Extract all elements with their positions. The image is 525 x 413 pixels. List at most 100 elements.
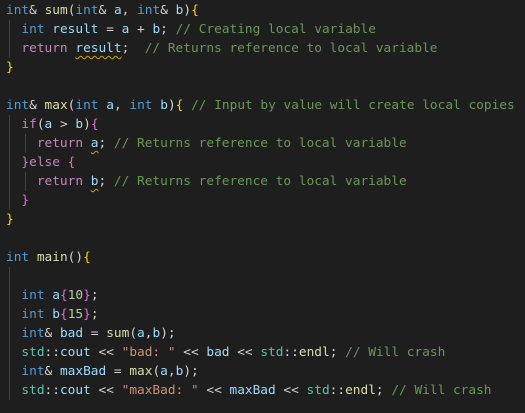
code-token: return xyxy=(6,136,84,151)
indent-guide xyxy=(9,172,10,191)
code-line[interactable]: }else { xyxy=(0,153,525,172)
indent-guide xyxy=(9,134,10,153)
code-token: << xyxy=(275,383,307,398)
code-token: ); xyxy=(160,326,176,341)
code-line[interactable]: int& bad = sum(a,b); xyxy=(0,324,525,343)
code-token: ; xyxy=(90,307,99,322)
code-line[interactable] xyxy=(0,77,525,96)
code-token: + xyxy=(129,22,153,37)
code-token: << xyxy=(198,383,230,398)
indent-guide xyxy=(9,324,10,343)
code-token: 10 xyxy=(67,288,84,303)
code-token: ) xyxy=(183,3,192,18)
indent-guide xyxy=(9,20,10,39)
code-token: a xyxy=(106,98,114,113)
code-line[interactable]: } xyxy=(0,191,525,210)
code-token: max xyxy=(44,98,68,113)
code-line[interactable]: int a{10}; xyxy=(0,286,525,305)
code-token: return xyxy=(6,41,68,56)
code-line[interactable]: int& sum(int& a, int& b){ xyxy=(0,1,525,20)
code-line[interactable] xyxy=(0,267,525,286)
code-token: & xyxy=(29,98,45,113)
code-line[interactable]: std::cout << "maxBad: " << maxBad << std… xyxy=(0,381,525,400)
code-token: { xyxy=(83,250,91,265)
code-token: ; xyxy=(121,41,145,56)
code-token: std xyxy=(6,345,45,360)
code-token: ; xyxy=(160,22,176,37)
code-token: if xyxy=(6,117,37,132)
code-token: max xyxy=(129,364,153,379)
code-token: bad xyxy=(206,345,230,360)
code-line[interactable]: std::cout << "bad: " << bad << std::endl… xyxy=(0,343,525,362)
code-token: { xyxy=(191,3,199,18)
code-token: { xyxy=(90,117,99,132)
code-token: :: xyxy=(44,345,60,360)
code-token: & xyxy=(29,3,37,18)
code-token: & xyxy=(44,364,60,379)
code-token: , xyxy=(167,364,176,379)
indent-guide xyxy=(9,267,10,286)
code-line[interactable]: return b; // Returns reference to local … xyxy=(0,172,525,191)
code-line[interactable]: int result = a + b; // Creating local va… xyxy=(0,20,525,39)
code-token: ; xyxy=(98,174,114,189)
code-token: ) xyxy=(83,117,91,132)
code-token: int xyxy=(6,22,45,37)
indent-guide xyxy=(9,191,10,210)
code-token: () xyxy=(67,250,84,265)
code-line[interactable]: int main(){ xyxy=(0,248,525,267)
code-token: :: xyxy=(283,345,299,360)
code-line[interactable]: int& max(int a, int b){ // Input by valu… xyxy=(0,96,525,115)
code-token: cout xyxy=(59,345,91,360)
code-token: std xyxy=(306,383,330,398)
code-line[interactable]: return result; // Returns reference to l… xyxy=(0,39,525,58)
code-line[interactable]: return a; // Returns reference to local … xyxy=(0,134,525,153)
code-token: a xyxy=(113,3,122,18)
code-token: ( xyxy=(129,326,138,341)
code-token: int xyxy=(129,98,153,113)
code-token: { xyxy=(67,155,76,170)
code-token: bad xyxy=(59,326,84,341)
code-line[interactable]: } xyxy=(0,58,525,77)
code-editor[interactable]: int& sum(int& a, int& b){ int result = a… xyxy=(0,0,525,413)
code-token: else xyxy=(29,155,60,170)
indent-guide xyxy=(9,286,10,305)
indent-guide xyxy=(9,115,10,134)
code-line[interactable]: int b{15}; xyxy=(0,305,525,324)
code-token: ; xyxy=(375,383,392,398)
code-token: // Will crash xyxy=(345,345,446,360)
code-token: int xyxy=(6,3,30,18)
indent-guide xyxy=(25,172,26,191)
code-token: int xyxy=(75,98,99,113)
code-token: b xyxy=(152,22,161,37)
code-line[interactable]: if(a > b){ xyxy=(0,115,525,134)
code-token: 15 xyxy=(67,307,84,322)
code-token: , xyxy=(121,3,138,18)
code-token: :: xyxy=(329,383,346,398)
code-token: ( xyxy=(152,364,161,379)
code-token: a xyxy=(137,326,145,341)
code-token: << xyxy=(175,345,207,360)
code-line[interactable] xyxy=(0,229,525,248)
code-token: // Returns reference to local variable xyxy=(144,41,438,56)
code-token: = xyxy=(83,326,107,341)
warning-token: result xyxy=(75,41,122,56)
indent-guide xyxy=(9,343,10,362)
code-token: b xyxy=(160,98,168,113)
indent-guide xyxy=(9,381,10,400)
code-token: int xyxy=(75,3,99,18)
indent-guide xyxy=(25,134,26,153)
code-token: // Returns reference to local variable xyxy=(113,174,407,189)
code-line[interactable]: int& maxBad = max(a,b); xyxy=(0,362,525,381)
code-line[interactable]: } xyxy=(0,210,525,229)
code-token: int xyxy=(6,288,45,303)
code-area[interactable]: int& sum(int& a, int& b){ int result = a… xyxy=(0,1,525,400)
code-token: // Input by value will create local copi… xyxy=(191,98,515,113)
code-token: = xyxy=(98,22,122,37)
indent-guide xyxy=(9,362,10,381)
code-token: } xyxy=(6,212,14,227)
